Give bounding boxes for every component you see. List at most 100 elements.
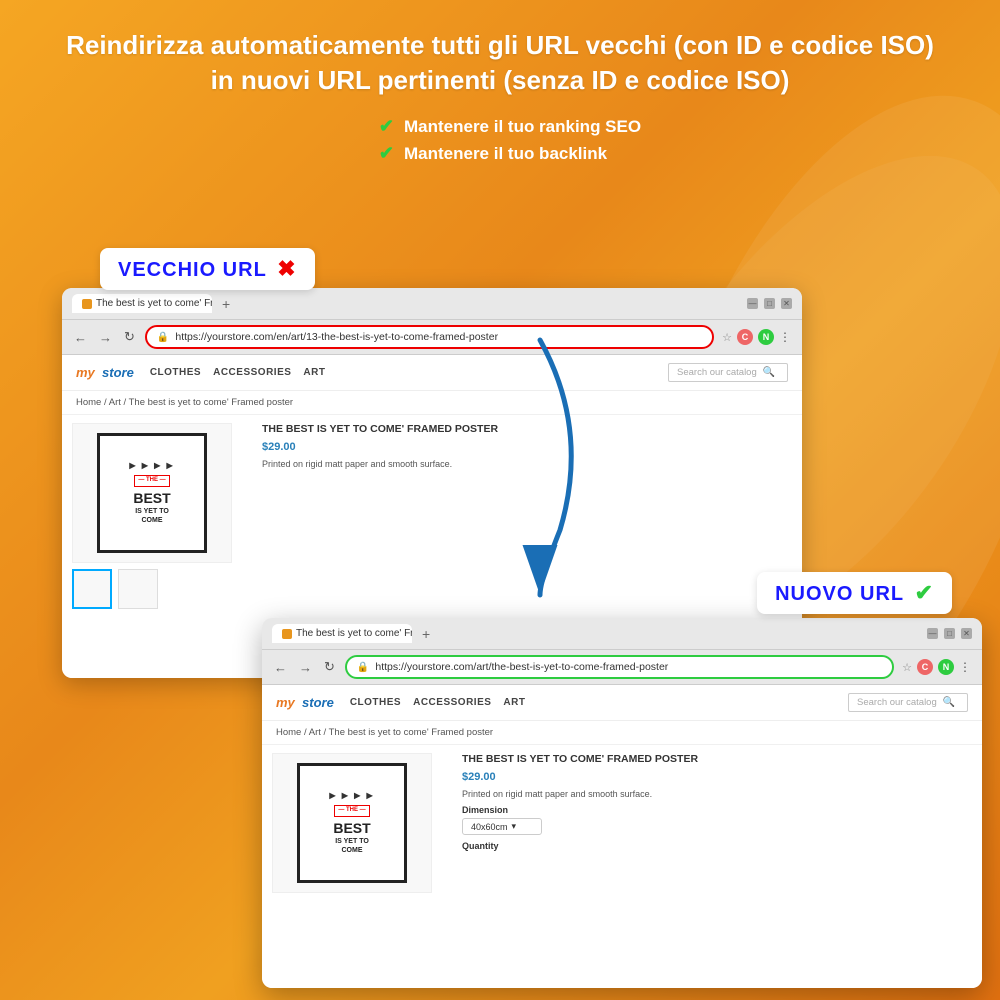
bullet-item-2: ✔ Mantenere il tuo backlink xyxy=(379,143,641,164)
forward-btn-new[interactable]: → xyxy=(297,660,314,675)
win-minimize-old[interactable]: — xyxy=(747,298,758,309)
forward-btn-old[interactable]: → xyxy=(97,330,114,345)
profile-c-old[interactable]: C xyxy=(737,329,753,345)
tab-area-old: The best is yet to come' Framed ✕ + xyxy=(72,294,741,313)
poster-is-yet-new: IS YET TOCOME xyxy=(335,837,369,855)
nav-accessories-new[interactable]: ACCESSORIES xyxy=(413,697,491,708)
win-maximize-new[interactable]: □ xyxy=(944,628,955,639)
poster-best-new: BEST xyxy=(333,819,370,837)
logo-store-old: store xyxy=(102,365,134,380)
nav-clothes-old[interactable]: CLOTHES xyxy=(150,367,201,378)
product-thumb-1-old[interactable] xyxy=(72,569,112,609)
address-bar-row-old: ← → ↻ 🔒 https://yourstore.com/en/art/13-… xyxy=(62,320,802,355)
product-images-old: ▶ ▶ ▶ ▶ — THE — BEST IS YET TOCOME xyxy=(72,423,252,678)
browser-actions-old: ☆ C N ⋮ xyxy=(722,329,792,345)
win-close-new[interactable]: ✕ xyxy=(961,628,972,639)
back-btn-old[interactable]: ← xyxy=(72,330,89,345)
nav-art-new[interactable]: ART xyxy=(503,697,525,708)
star-icon-old[interactable]: ☆ xyxy=(722,331,732,344)
refresh-btn-new[interactable]: ↻ xyxy=(322,659,337,675)
lock-icon-new: 🔒 xyxy=(357,662,369,673)
profile-c-new[interactable]: C xyxy=(917,659,933,675)
win-close-old[interactable]: ✕ xyxy=(781,298,792,309)
tab-add-new[interactable]: + xyxy=(416,626,436,642)
product-main-img-old: ▶ ▶ ▶ ▶ — THE — BEST IS YET TOCOME xyxy=(72,423,232,563)
store-logo-new: my store xyxy=(276,695,334,710)
store-nav-old: my store CLOTHES ACCESSORIES ART Search … xyxy=(62,355,802,391)
nuovo-check-icon: ✔ xyxy=(915,580,934,605)
poster-new: ▶ ▶ ▶ ▶ — THE — BEST IS YET TOCOME xyxy=(297,763,407,883)
win-minimize-new[interactable]: — xyxy=(927,628,938,639)
browser-new-tab[interactable]: The best is yet to come' Framed ✕ xyxy=(272,624,412,643)
poster-best-old: BEST xyxy=(133,489,170,507)
store-content-new: my store CLOTHES ACCESSORIES ART Search … xyxy=(262,685,982,988)
win-maximize-old[interactable]: □ xyxy=(764,298,775,309)
address-bar-new-input[interactable]: 🔒 https://yourstore.com/art/the-best-is-… xyxy=(345,655,894,679)
nav-art-old[interactable]: ART xyxy=(303,367,325,378)
product-price-new: $29.00 xyxy=(462,771,972,783)
product-thumb-2-old[interactable] xyxy=(118,569,158,609)
main-title: Reindirizza automaticamente tutti gli UR… xyxy=(60,28,940,98)
tab-favicon-new xyxy=(282,629,292,639)
search-bar-old[interactable]: Search our catalog 🔍 xyxy=(668,363,788,382)
tab-add-old[interactable]: + xyxy=(216,296,236,312)
tab-title-new: The best is yet to come' Framed xyxy=(296,628,412,639)
product-details-new: THE BEST IS YET TO COME' FRAMED POSTER $… xyxy=(462,753,972,988)
nuovo-url-text: NUOVO URL xyxy=(775,583,904,605)
poster-arrows-new: ▶ ▶ ▶ ▶ xyxy=(329,791,374,801)
bullet-item-1: ✔ Mantenere il tuo ranking SEO xyxy=(379,116,641,137)
product-main-img-new: ▶ ▶ ▶ ▶ — THE — BEST IS YET TOCOME xyxy=(272,753,432,893)
tab-area-new: The best is yet to come' Framed ✕ + xyxy=(272,624,921,643)
nav-clothes-new[interactable]: CLOTHES xyxy=(350,697,401,708)
refresh-btn-old[interactable]: ↻ xyxy=(122,329,137,345)
product-area-new: ▶ ▶ ▶ ▶ — THE — BEST IS YET TOCOME THE B… xyxy=(262,745,982,988)
poster-old: ▶ ▶ ▶ ▶ — THE — BEST IS YET TOCOME xyxy=(97,433,207,553)
nav-menu-new: CLOTHES ACCESSORIES ART xyxy=(350,697,526,708)
check-icon-2: ✔ xyxy=(379,143,394,164)
product-thumbs-old xyxy=(72,569,252,609)
logo-my-old: my xyxy=(76,365,95,380)
browser-old-chrome: The best is yet to come' Framed ✕ + — □ … xyxy=(62,288,802,320)
vecchio-url-text: VECCHIO URL xyxy=(118,259,267,281)
address-bar-old-input[interactable]: 🔒 https://yourstore.com/en/art/13-the-be… xyxy=(145,325,714,349)
nav-accessories-old[interactable]: ACCESSORIES xyxy=(213,367,291,378)
browser-actions-new: ☆ C N ⋮ xyxy=(902,659,972,675)
breadcrumb-new: Home / Art / The best is yet to come' Fr… xyxy=(262,721,982,745)
win-controls-new: — □ ✕ xyxy=(927,628,972,639)
dimension-select-new[interactable]: 40x60cm ▾ xyxy=(462,818,542,835)
breadcrumb-old: Home / Art / The best is yet to come' Fr… xyxy=(62,391,802,415)
vecchio-url-label: VECCHIO URL ✖ xyxy=(100,248,315,290)
redirect-arrow xyxy=(480,330,600,610)
profile-n-old[interactable]: N xyxy=(758,329,774,345)
product-images-new: ▶ ▶ ▶ ▶ — THE — BEST IS YET TOCOME xyxy=(272,753,452,988)
url-old: https://yourstore.com/en/art/13-the-best… xyxy=(175,331,498,343)
check-icon-1: ✔ xyxy=(379,116,394,137)
browser-old-tab[interactable]: The best is yet to come' Framed ✕ xyxy=(72,294,212,313)
vecchio-x-icon: ✖ xyxy=(277,256,296,281)
menu-dots-old[interactable]: ⋮ xyxy=(779,330,792,344)
dimension-arrow-new: ▾ xyxy=(512,821,517,832)
search-placeholder-old: Search our catalog xyxy=(677,367,757,378)
back-btn-new[interactable]: ← xyxy=(272,660,289,675)
logo-my-new: my xyxy=(276,695,295,710)
store-nav-new: my store CLOTHES ACCESSORIES ART Search … xyxy=(262,685,982,721)
url-new: https://yourstore.com/art/the-best-is-ye… xyxy=(375,661,668,673)
product-desc-new: Printed on rigid matt paper and smooth s… xyxy=(462,789,972,799)
profile-n-new[interactable]: N xyxy=(938,659,954,675)
tab-favicon-old xyxy=(82,299,92,309)
address-bar-row-new: ← → ↻ 🔒 https://yourstore.com/art/the-be… xyxy=(262,650,982,685)
header-section: Reindirizza automaticamente tutti gli UR… xyxy=(0,0,1000,190)
search-icon-new: 🔍 xyxy=(943,697,955,708)
nuovo-url-label: NUOVO URL ✔ xyxy=(757,572,952,614)
lock-icon-old: 🔒 xyxy=(157,332,169,343)
search-icon-old: 🔍 xyxy=(763,367,775,378)
poster-the-old: — THE — xyxy=(134,475,169,487)
dimension-label-new: Dimension xyxy=(462,805,972,815)
search-bar-new[interactable]: Search our catalog 🔍 xyxy=(848,693,968,712)
menu-dots-new[interactable]: ⋮ xyxy=(959,660,972,674)
poster-is-yet-old: IS YET TOCOME xyxy=(135,507,169,525)
win-controls-old: — □ ✕ xyxy=(747,298,792,309)
logo-store-new: store xyxy=(302,695,334,710)
star-icon-new[interactable]: ☆ xyxy=(902,661,912,674)
product-title-new: THE BEST IS YET TO COME' FRAMED POSTER xyxy=(462,753,972,765)
